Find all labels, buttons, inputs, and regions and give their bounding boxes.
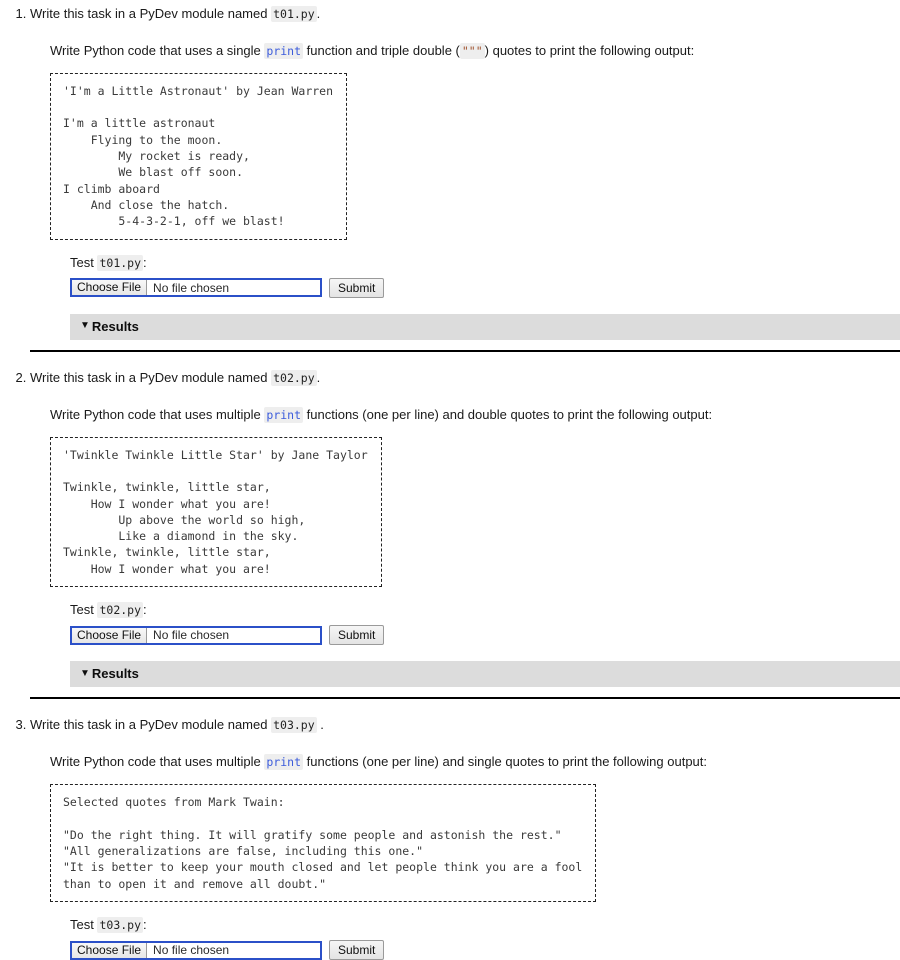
print-keyword-code-2: print [264,406,304,423]
task-title-lead-1: Write this task in a PyDev module named [30,6,268,21]
task-desc-1: Write Python code that uses a single pri… [30,24,900,61]
task-title-lead-3: Write this task in a PyDev module named [30,717,268,733]
module-name-code-2: t02.py [271,369,317,386]
code-box-wrap-1: 'I'm a Little Astronaut' by Jean Warren … [30,61,900,240]
page-root: Write this task in a PyDev module named … [0,0,900,960]
submit-button-3[interactable]: Submit [329,940,385,960]
file-input-1[interactable]: Choose File No file chosen [70,278,322,298]
task-title-2: Write this task in a PyDev module named … [30,364,900,388]
triangle-down-icon-1: ▼ [80,320,90,332]
upload-form-3: Choose File No file chosen Submit [70,937,900,960]
file-name-label-3: No file chosen [153,943,230,958]
task-item-3: Write this task in a PyDev module named … [30,711,900,960]
test-prefix-2: Test [70,602,94,618]
submit-button-2[interactable]: Submit [329,625,385,646]
task-desc-2: Write Python code that uses multiple pri… [30,388,900,425]
test-label-2: Test t02.py: [70,601,900,622]
file-name-label-2: No file chosen [153,628,230,643]
task-desc-mid-1: function and triple double ( [306,42,460,58]
file-input-2[interactable]: Choose File No file chosen [70,625,322,645]
test-block-1: Test t01.py: Choose File No file chosen … [30,240,900,298]
results-wrap-2: ▼ Results [30,645,900,688]
module-name-code-1: t01.py [271,6,317,22]
task-title-tail-2: . [316,369,321,385]
expected-output-1: 'I'm a Little Astronaut' by Jean Warren … [50,72,348,240]
upload-form-1: Choose File No file chosen Submit [70,275,900,298]
results-wrap-1: ▼ Results [30,298,900,340]
task-title-1: Write this task in a PyDev module named … [30,0,900,24]
task-list: Write this task in a PyDev module named … [0,0,900,960]
results-label-1: Results [91,318,139,334]
task-desc-lead-1: Write Python code that uses a single [50,42,261,58]
triple-quote-code-1: """ [459,42,485,59]
task-item-2: Write this task in a PyDev module named … [30,364,900,688]
module-name-code-3: t03.py [271,717,317,734]
choose-file-button-2[interactable]: Choose File [72,627,148,643]
task-desc-lead-2: Write Python code that uses multiple [50,406,261,422]
results-disclosure-1[interactable]: ▼ Results [70,313,900,340]
upload-form-2: Choose File No file chosen Submit [70,622,900,646]
test-colon-1: : [143,254,147,270]
task-desc-3: Write Python code that uses multiple pri… [30,735,900,772]
expected-output-3: Selected quotes from Mark Twain: "Do the… [50,784,597,902]
task-desc-lead-3: Write Python code that uses multiple [50,754,261,770]
test-prefix-1: Test [70,254,94,270]
choose-file-button-1[interactable]: Choose File [72,280,148,296]
test-module-code-2: t02.py [97,602,144,619]
test-colon-3: : [143,916,147,932]
triangle-down-icon-2: ▼ [80,667,90,679]
file-name-label-1: No file chosen [153,280,230,295]
file-input-3[interactable]: Choose File No file chosen [70,940,322,960]
task-title-tail-3: . [316,717,324,733]
choose-file-button-3[interactable]: Choose File [72,942,148,958]
test-colon-2: : [143,602,147,618]
task-item-1: Write this task in a PyDev module named … [30,0,900,340]
task-desc-tail-1: ) quotes to print the following output: [484,42,695,58]
test-prefix-3: Test [70,916,94,932]
code-box-wrap-3: Selected quotes from Mark Twain: "Do the… [30,772,900,902]
results-disclosure-2[interactable]: ▼ Results [70,661,900,688]
test-module-code-3: t03.py [97,916,144,933]
task-title-3: Write this task in a PyDev module named … [30,711,900,735]
test-block-2: Test t02.py: Choose File No file chosen … [30,587,900,646]
task-title-tail-1: . [316,6,321,21]
expected-output-2: 'Twinkle Twinkle Little Star' by Jane Ta… [50,436,382,588]
test-label-1: Test t01.py: [70,254,900,275]
task-title-lead-2: Write this task in a PyDev module named [30,369,268,385]
submit-button-1[interactable]: Submit [329,277,385,298]
test-label-3: Test t03.py: [70,916,900,937]
task-desc-mid-2: functions (one per line) and double quot… [306,406,713,422]
print-keyword-code-3: print [264,754,304,771]
task-desc-mid-3: functions (one per line) and single quot… [306,754,708,770]
results-label-2: Results [91,666,139,682]
print-keyword-code-1: print [264,42,304,59]
test-block-3: Test t03.py: Choose File No file chosen … [30,902,900,960]
code-box-wrap-2: 'Twinkle Twinkle Little Star' by Jane Ta… [30,425,900,588]
test-module-code-1: t01.py [97,254,144,271]
